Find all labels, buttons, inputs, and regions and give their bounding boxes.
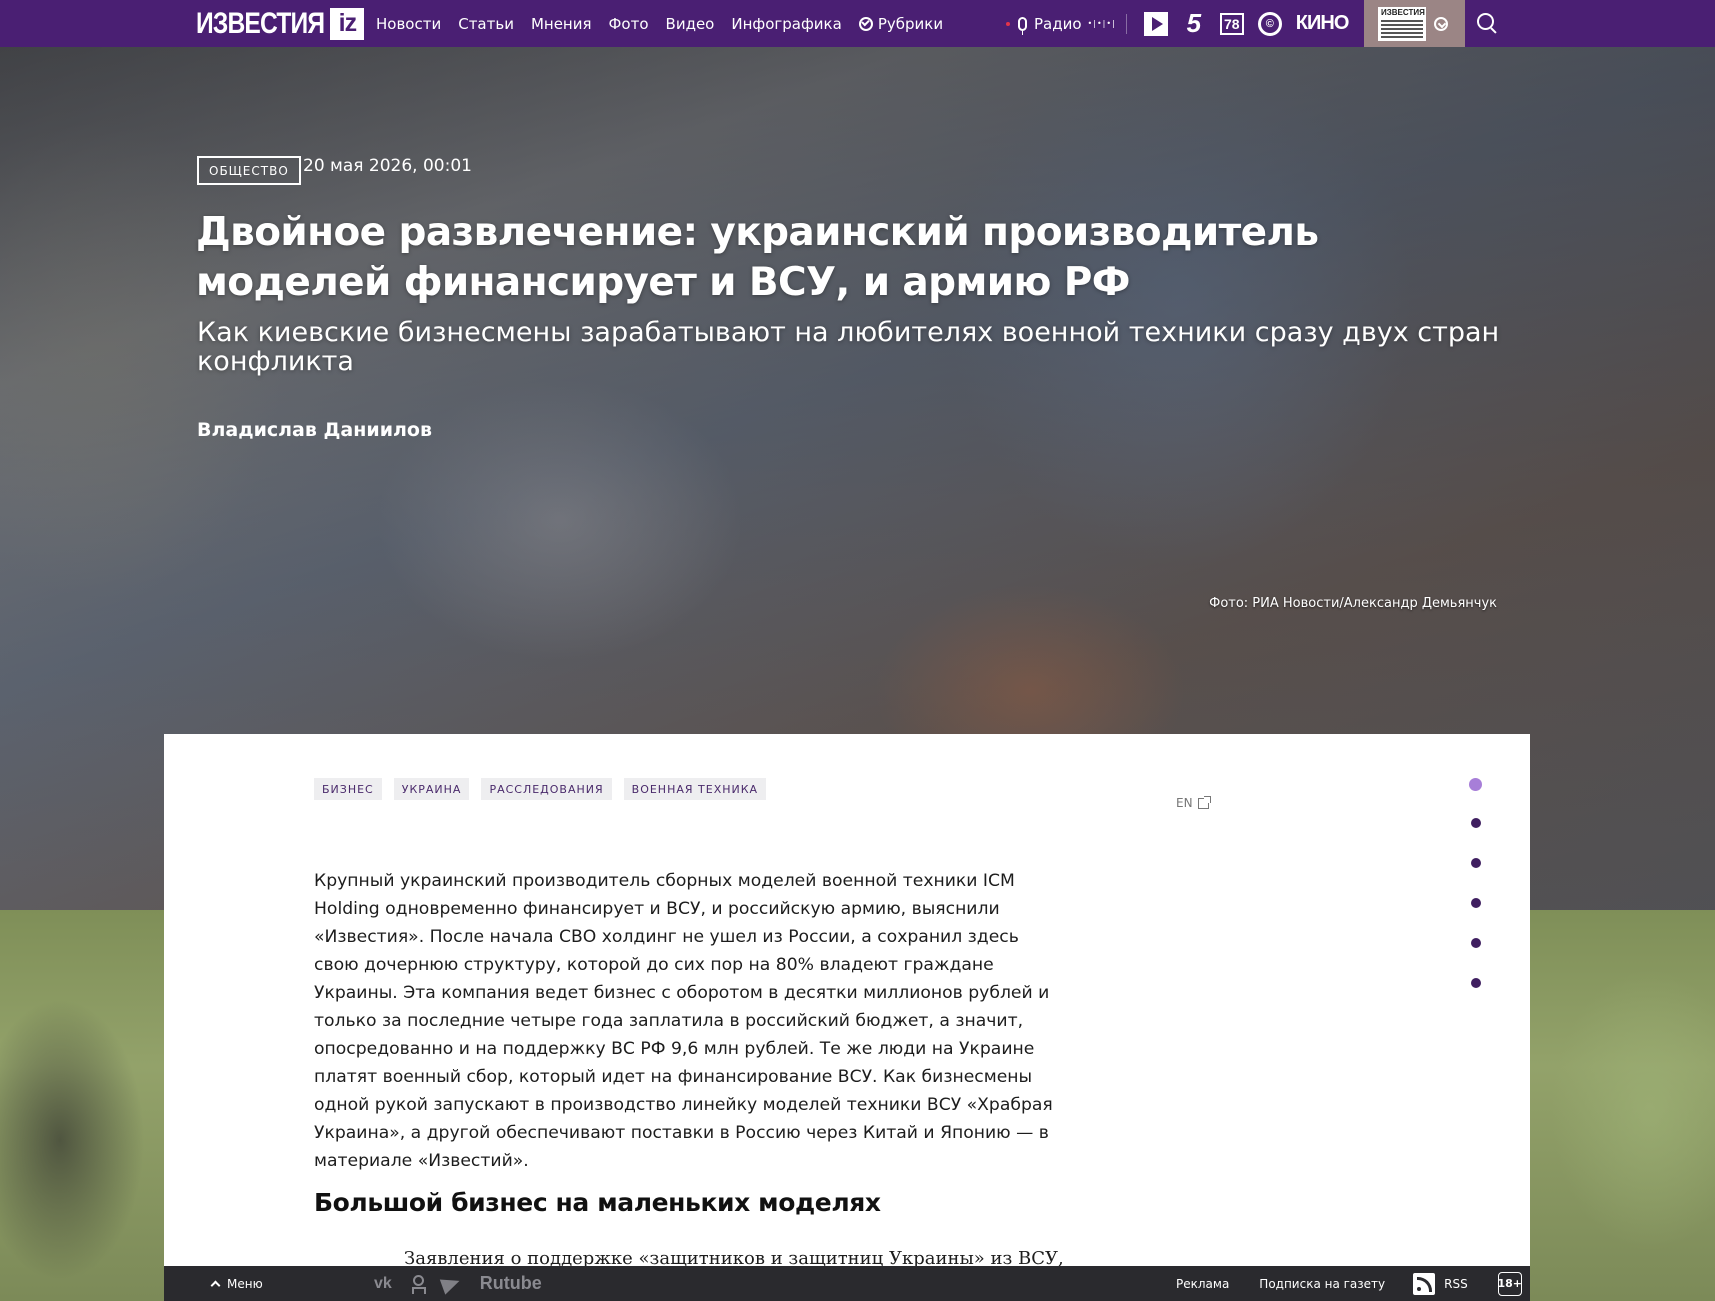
article-title: Двойное развлечение: украинский производ… bbox=[196, 210, 1319, 305]
site-logo[interactable]: ИЗВЕСТИЯ iz bbox=[196, 6, 365, 40]
age-rating-badge: 18+ bbox=[1497, 1271, 1522, 1296]
nav-photo[interactable]: Фото bbox=[609, 15, 649, 33]
nav-infographics[interactable]: Инфографика bbox=[731, 15, 841, 33]
newspaper-lines bbox=[1381, 20, 1423, 39]
section-dot[interactable] bbox=[1470, 818, 1481, 828]
telegram-icon[interactable] bbox=[439, 1272, 462, 1295]
logo-badge: iz bbox=[330, 7, 365, 40]
tag-list: БИЗНЕС УКРАИНА РАССЛЕДОВАНИЯ ВОЕННАЯ ТЕХ… bbox=[314, 778, 767, 800]
radio-eq-icon: •|•|•| bbox=[1087, 19, 1116, 28]
logo-text: ИЗВЕСТИЯ bbox=[196, 6, 325, 40]
section-dot[interactable] bbox=[1469, 778, 1482, 791]
divider bbox=[1125, 13, 1127, 34]
microphone-icon bbox=[1018, 16, 1027, 35]
newspaper-menu[interactable]: ИЗВЕСТИЯ bbox=[1364, 0, 1465, 47]
search-icon[interactable] bbox=[1476, 12, 1498, 34]
menu-label: Меню bbox=[227, 1276, 263, 1291]
section-heading: Большой бизнес на маленьких моделях bbox=[314, 1188, 881, 1217]
channel-five-icon[interactable]: 5 bbox=[1182, 8, 1206, 38]
kino-channel-icon[interactable]: КИНО bbox=[1296, 12, 1350, 36]
nav-news[interactable]: Новости bbox=[376, 15, 441, 33]
chevron-up-icon bbox=[210, 1280, 221, 1291]
section-dot[interactable] bbox=[1470, 978, 1481, 988]
rss-icon[interactable] bbox=[1413, 1272, 1436, 1295]
photo-credit: Фото: РИА Новости/Александр Демьянчук bbox=[1209, 596, 1497, 611]
tag-business[interactable]: БИЗНЕС bbox=[314, 778, 382, 800]
rutube-link[interactable]: Rutube bbox=[480, 1273, 542, 1294]
bottom-bar: Меню vk Rutube Реклама Подписка на газет… bbox=[164, 1266, 1530, 1301]
tag-military-equipment[interactable]: ВОЕННАЯ ТЕХНИКА bbox=[623, 778, 767, 800]
section-dot[interactable] bbox=[1470, 898, 1481, 908]
social-links: vk Rutube bbox=[374, 1266, 542, 1301]
chevron-down-icon bbox=[1434, 16, 1448, 31]
article-lead: Крупный украинский производитель сборных… bbox=[314, 871, 1053, 1171]
radio-link[interactable]: Радио •|•|•| bbox=[1006, 14, 1116, 35]
section-dot[interactable] bbox=[1470, 938, 1481, 948]
menu-button[interactable]: Меню bbox=[210, 1266, 263, 1301]
channel-ring-icon[interactable]: © bbox=[1257, 11, 1282, 36]
newspaper-icon: ИЗВЕСТИЯ bbox=[1378, 6, 1426, 41]
publish-date: 20 мая 2026, 00:01 bbox=[303, 156, 472, 176]
play-channel-icon[interactable] bbox=[1143, 11, 1168, 36]
top-nav: ИЗВЕСТИЯ iz Новости Статьи Мнения Фото В… bbox=[0, 0, 1715, 47]
nav-opinions[interactable]: Мнения bbox=[531, 15, 592, 33]
section-dot[interactable] bbox=[1470, 858, 1481, 868]
article-subtitle: Как киевские бизнесмены зарабатывают на … bbox=[197, 317, 1500, 377]
radio-label: Радио bbox=[1034, 14, 1082, 33]
tag-ukraine[interactable]: УКРАИНА bbox=[393, 778, 470, 800]
external-link-icon bbox=[1197, 795, 1211, 809]
en-label: EN bbox=[1176, 796, 1193, 810]
tag-investigations[interactable]: РАССЛЕДОВАНИЯ bbox=[481, 778, 612, 800]
footer-links: Реклама Подписка на газету RSS 18+ bbox=[1176, 1266, 1522, 1301]
odnoklassniki-icon[interactable] bbox=[411, 1274, 426, 1294]
media-links: Радио •|•|•| 5 78 © КИНО bbox=[1006, 0, 1355, 47]
english-version-link[interactable]: EN bbox=[1176, 795, 1211, 810]
author-link[interactable]: Владислав Даниилов bbox=[197, 419, 432, 441]
nav-video[interactable]: Видео bbox=[666, 15, 715, 33]
newspaper-label: ИЗВЕСТИЯ bbox=[1381, 7, 1425, 17]
category-badge[interactable]: ОБЩЕСТВО bbox=[197, 156, 301, 185]
vk-icon[interactable]: vk bbox=[374, 1275, 392, 1293]
channel-78-icon[interactable]: 78 bbox=[1219, 12, 1244, 35]
section-nav bbox=[1469, 778, 1482, 1018]
chevron-circle-icon bbox=[858, 16, 873, 31]
article-body: БИЗНЕС УКРАИНА РАССЛЕДОВАНИЯ ВОЕННАЯ ТЕХ… bbox=[164, 734, 1530, 1301]
ads-link[interactable]: Реклама bbox=[1176, 1277, 1229, 1291]
live-dot-icon bbox=[1006, 21, 1010, 26]
nav-rubrics[interactable]: Рубрики bbox=[858, 14, 944, 33]
nav-articles[interactable]: Статьи bbox=[458, 15, 514, 33]
subscribe-link[interactable]: Подписка на газету bbox=[1259, 1277, 1385, 1291]
rss-link[interactable]: RSS bbox=[1444, 1277, 1468, 1291]
main-nav: Новости Статьи Мнения Фото Видео Инфогра… bbox=[376, 0, 943, 47]
nav-rubrics-label: Рубрики bbox=[877, 14, 944, 33]
